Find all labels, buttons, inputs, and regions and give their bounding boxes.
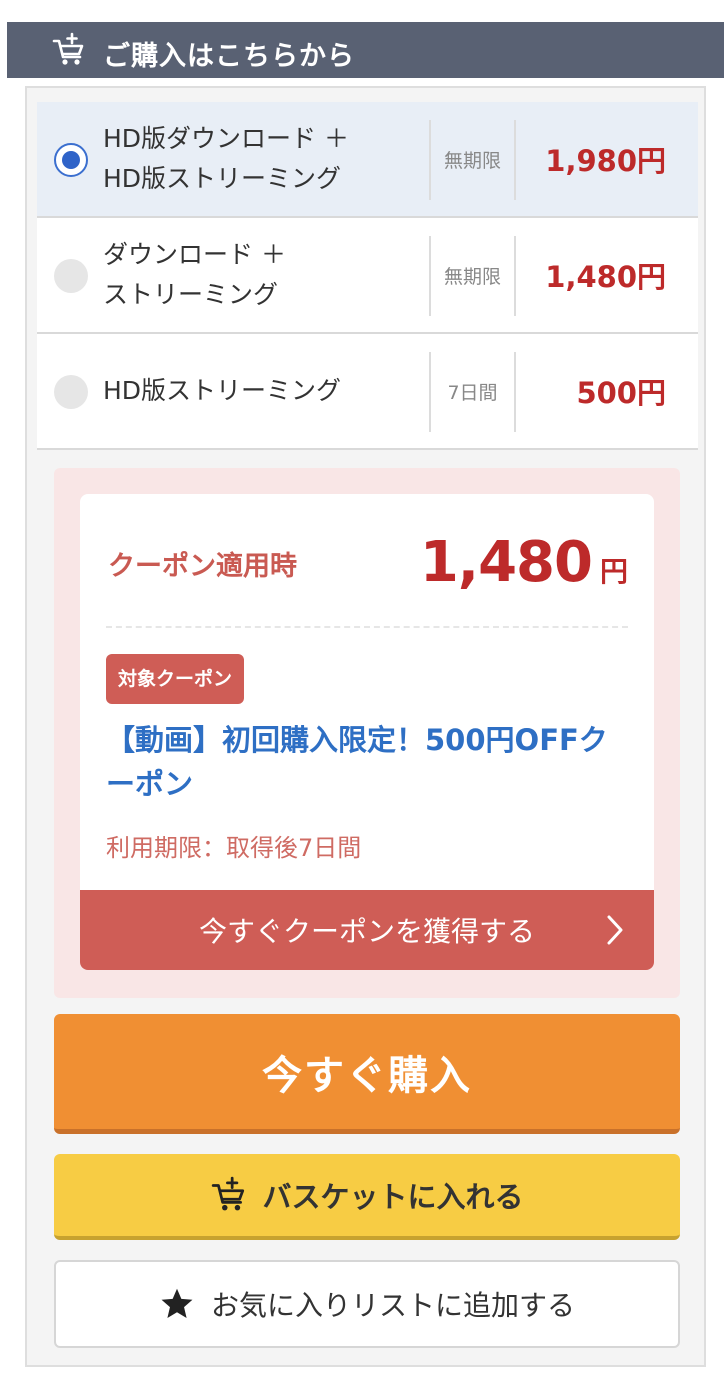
- radio-button[interactable]: [54, 259, 88, 293]
- coupon-price-value: 1,480: [419, 530, 593, 595]
- coupon-price: 1,480 円: [420, 530, 628, 595]
- option-name-line1: ダウンロード ＋: [103, 240, 286, 269]
- radio-button-selected[interactable]: [54, 143, 88, 177]
- purchase-panel: HD版ダウンロード ＋ HD版ストリーミング 無期限 1,980円 ダウンロード…: [25, 86, 706, 1367]
- purchase-header: ご購入はこちらから: [7, 22, 724, 78]
- option-period: 7日間: [447, 381, 498, 404]
- coupon-name: 【動画】初回購入限定！500円OFFクーポン: [106, 723, 608, 801]
- purchase-option-hd-download-streaming[interactable]: HD版ダウンロード ＋ HD版ストリーミング 無期限 1,980円: [37, 102, 698, 218]
- coupon-section: クーポン適用時 1,480 円 対象クーポン 【動画】初回購入限定！500円OFF…: [54, 468, 680, 998]
- option-name: ダウンロード ＋ ストリーミング: [103, 218, 423, 332]
- coupon-tag: 対象クーポン: [106, 654, 245, 704]
- divider: [514, 236, 516, 316]
- get-coupon-label: 今すぐクーポンを獲得する: [198, 915, 535, 948]
- star-icon: [161, 1288, 193, 1318]
- coupon-card: クーポン適用時 1,480 円 対象クーポン 【動画】初回購入限定！500円OFF…: [80, 494, 654, 970]
- add-to-favorites-button[interactable]: お気に入りリストに追加する: [54, 1260, 680, 1348]
- get-coupon-button[interactable]: 今すぐクーポンを獲得する: [80, 890, 654, 970]
- add-to-favorites-label: お気に入りリストに追加する: [210, 1289, 575, 1322]
- divider: [514, 352, 516, 432]
- purchase-option-hd-streaming[interactable]: HD版ストリーミング 7日間 500円: [37, 334, 698, 450]
- option-name-line1: HD版ダウンロード ＋: [103, 124, 349, 153]
- dashed-divider: [106, 626, 628, 628]
- option-name-line2: ストリーミング: [103, 280, 279, 309]
- add-to-basket-label: バスケットに入れる: [262, 1180, 524, 1214]
- option-name: HD版ストリーミング: [103, 334, 423, 448]
- add-to-basket-button[interactable]: バスケットに入れる: [54, 1154, 680, 1240]
- coupon-expiry: 利用期限：取得後7日間: [106, 834, 362, 862]
- buy-now-button[interactable]: 今すぐ購入: [54, 1014, 680, 1134]
- cart-add-icon: [212, 1176, 245, 1211]
- option-period: 無期限: [443, 265, 501, 288]
- option-name-line2: HD版ストリーミング: [103, 164, 342, 193]
- option-price: 1,480円: [545, 260, 666, 294]
- cart-add-icon: [52, 32, 84, 65]
- option-price: 1,980円: [545, 144, 666, 178]
- chevron-right-icon: [607, 915, 623, 945]
- purchase-option-download-streaming[interactable]: ダウンロード ＋ ストリーミング 無期限 1,480円: [37, 218, 698, 334]
- radio-button[interactable]: [54, 375, 88, 409]
- divider: [514, 120, 516, 200]
- coupon-price-currency: 円: [599, 555, 628, 588]
- option-price: 500円: [576, 376, 666, 410]
- option-name: HD版ダウンロード ＋ HD版ストリーミング: [103, 102, 423, 216]
- option-period: 無期限: [443, 149, 501, 172]
- coupon-applied-label: クーポン適用時: [108, 551, 297, 582]
- purchase-title: ご購入はこちらから: [103, 41, 355, 72]
- option-name-line1: HD版ストリーミング: [103, 376, 342, 405]
